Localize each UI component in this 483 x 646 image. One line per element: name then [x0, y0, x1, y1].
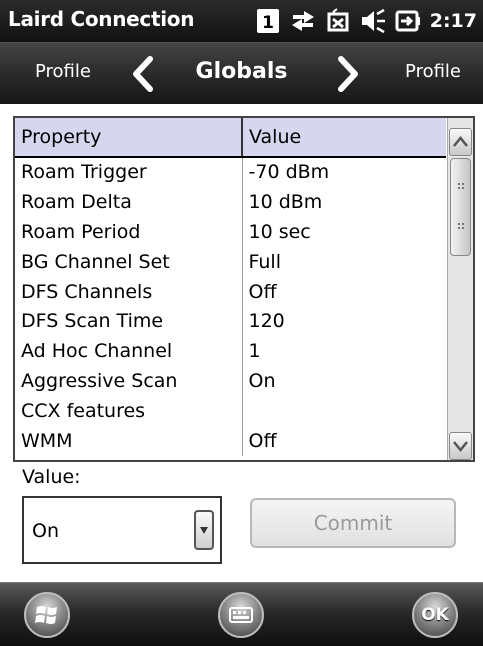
volume-mute-icon[interactable] [360, 8, 386, 34]
value-cell: 1 [248, 340, 261, 363]
value-label: Value: [22, 466, 81, 488]
property-grid[interactable]: Property Value Roam Trigger -70 dBm Roam … [13, 116, 475, 462]
table-row[interactable]: DFS Channels Off [15, 277, 446, 307]
value-cell [242, 396, 446, 426]
value-cell: 120 [248, 310, 285, 333]
property-cell: CCX features [15, 396, 243, 427]
scroll-down-button[interactable] [449, 432, 472, 460]
profile-nav-bar: Profile Globals Profile [0, 42, 483, 105]
property-cell: Roam Period [15, 217, 243, 248]
value-cell: 10 sec [248, 220, 311, 243]
table-row[interactable]: WMM Off [15, 426, 446, 456]
keyboard-icon [229, 607, 253, 623]
value-cell: Full [248, 250, 282, 273]
data-sync-icon[interactable] [290, 8, 316, 34]
scroll-up-button[interactable] [449, 128, 472, 156]
value-dropdown[interactable]: On [22, 496, 222, 564]
status-bar: Laird Connection 1 2:17 [0, 0, 483, 42]
value-cell: Off [248, 280, 277, 303]
start-menu-button[interactable] [24, 592, 70, 638]
chevron-right-icon[interactable] [335, 55, 363, 93]
column-header-value[interactable]: Value [242, 118, 446, 158]
no-sync-icon[interactable] [325, 8, 351, 34]
property-cell: DFS Channels [15, 277, 243, 307]
table-row[interactable]: CCX features [15, 396, 446, 427]
windows-flag-icon [35, 606, 57, 624]
grip-icon [458, 187, 464, 193]
property-cell: Ad Hoc Channel [15, 336, 243, 367]
grip-icon [458, 227, 464, 233]
commit-button[interactable]: Commit [250, 498, 456, 548]
table-row[interactable]: Roam Delta 10 dBm [15, 187, 446, 218]
dropdown-selected-value: On [32, 520, 59, 542]
table-row[interactable]: BG Channel Set Full [15, 247, 446, 278]
table-row[interactable]: Aggressive Scan On [15, 366, 446, 397]
property-cell: Aggressive Scan [15, 366, 243, 397]
value-cell: Off [248, 429, 277, 452]
table-row[interactable]: DFS Scan Time 120 [15, 306, 446, 337]
sim-1-icon[interactable]: 1 [255, 8, 281, 34]
value-cell: On [248, 369, 276, 392]
property-table: Property Value Roam Trigger -70 dBm Roam … [15, 118, 446, 456]
table-header-row: Property Value [15, 118, 446, 158]
table-row[interactable]: Ad Hoc Channel 1 [15, 336, 446, 367]
softkey-bar: OK [0, 582, 483, 646]
table-row[interactable]: Roam Period 10 sec [15, 217, 446, 248]
main-content: Property Value Roam Trigger -70 dBm Roam … [0, 104, 483, 582]
app-title: Laird Connection [8, 7, 195, 31]
clock-time[interactable]: 2:17 [430, 10, 477, 32]
next-profile-link[interactable]: Profile [405, 61, 461, 82]
status-icons: 1 2:17 [255, 6, 477, 36]
value-cell: 10 dBm [248, 191, 323, 214]
ok-button[interactable]: OK [412, 592, 458, 638]
column-header-property[interactable]: Property [15, 118, 243, 158]
property-cell: Roam Delta [15, 187, 243, 218]
property-cell: DFS Scan Time [15, 306, 243, 337]
value-cell: -70 dBm [248, 161, 330, 184]
property-cell: Roam Trigger [15, 157, 243, 188]
dropdown-arrow-icon[interactable] [194, 510, 214, 550]
sim-label: 1 [262, 13, 274, 33]
battery-charging-icon[interactable] [395, 8, 421, 34]
keyboard-button[interactable] [218, 592, 264, 638]
scroll-thumb[interactable] [450, 158, 471, 256]
property-cell: WMM [15, 426, 243, 456]
property-cell: BG Channel Set [15, 247, 243, 278]
vertical-scrollbar[interactable] [447, 118, 473, 460]
table-row[interactable]: Roam Trigger -70 dBm [15, 157, 446, 188]
